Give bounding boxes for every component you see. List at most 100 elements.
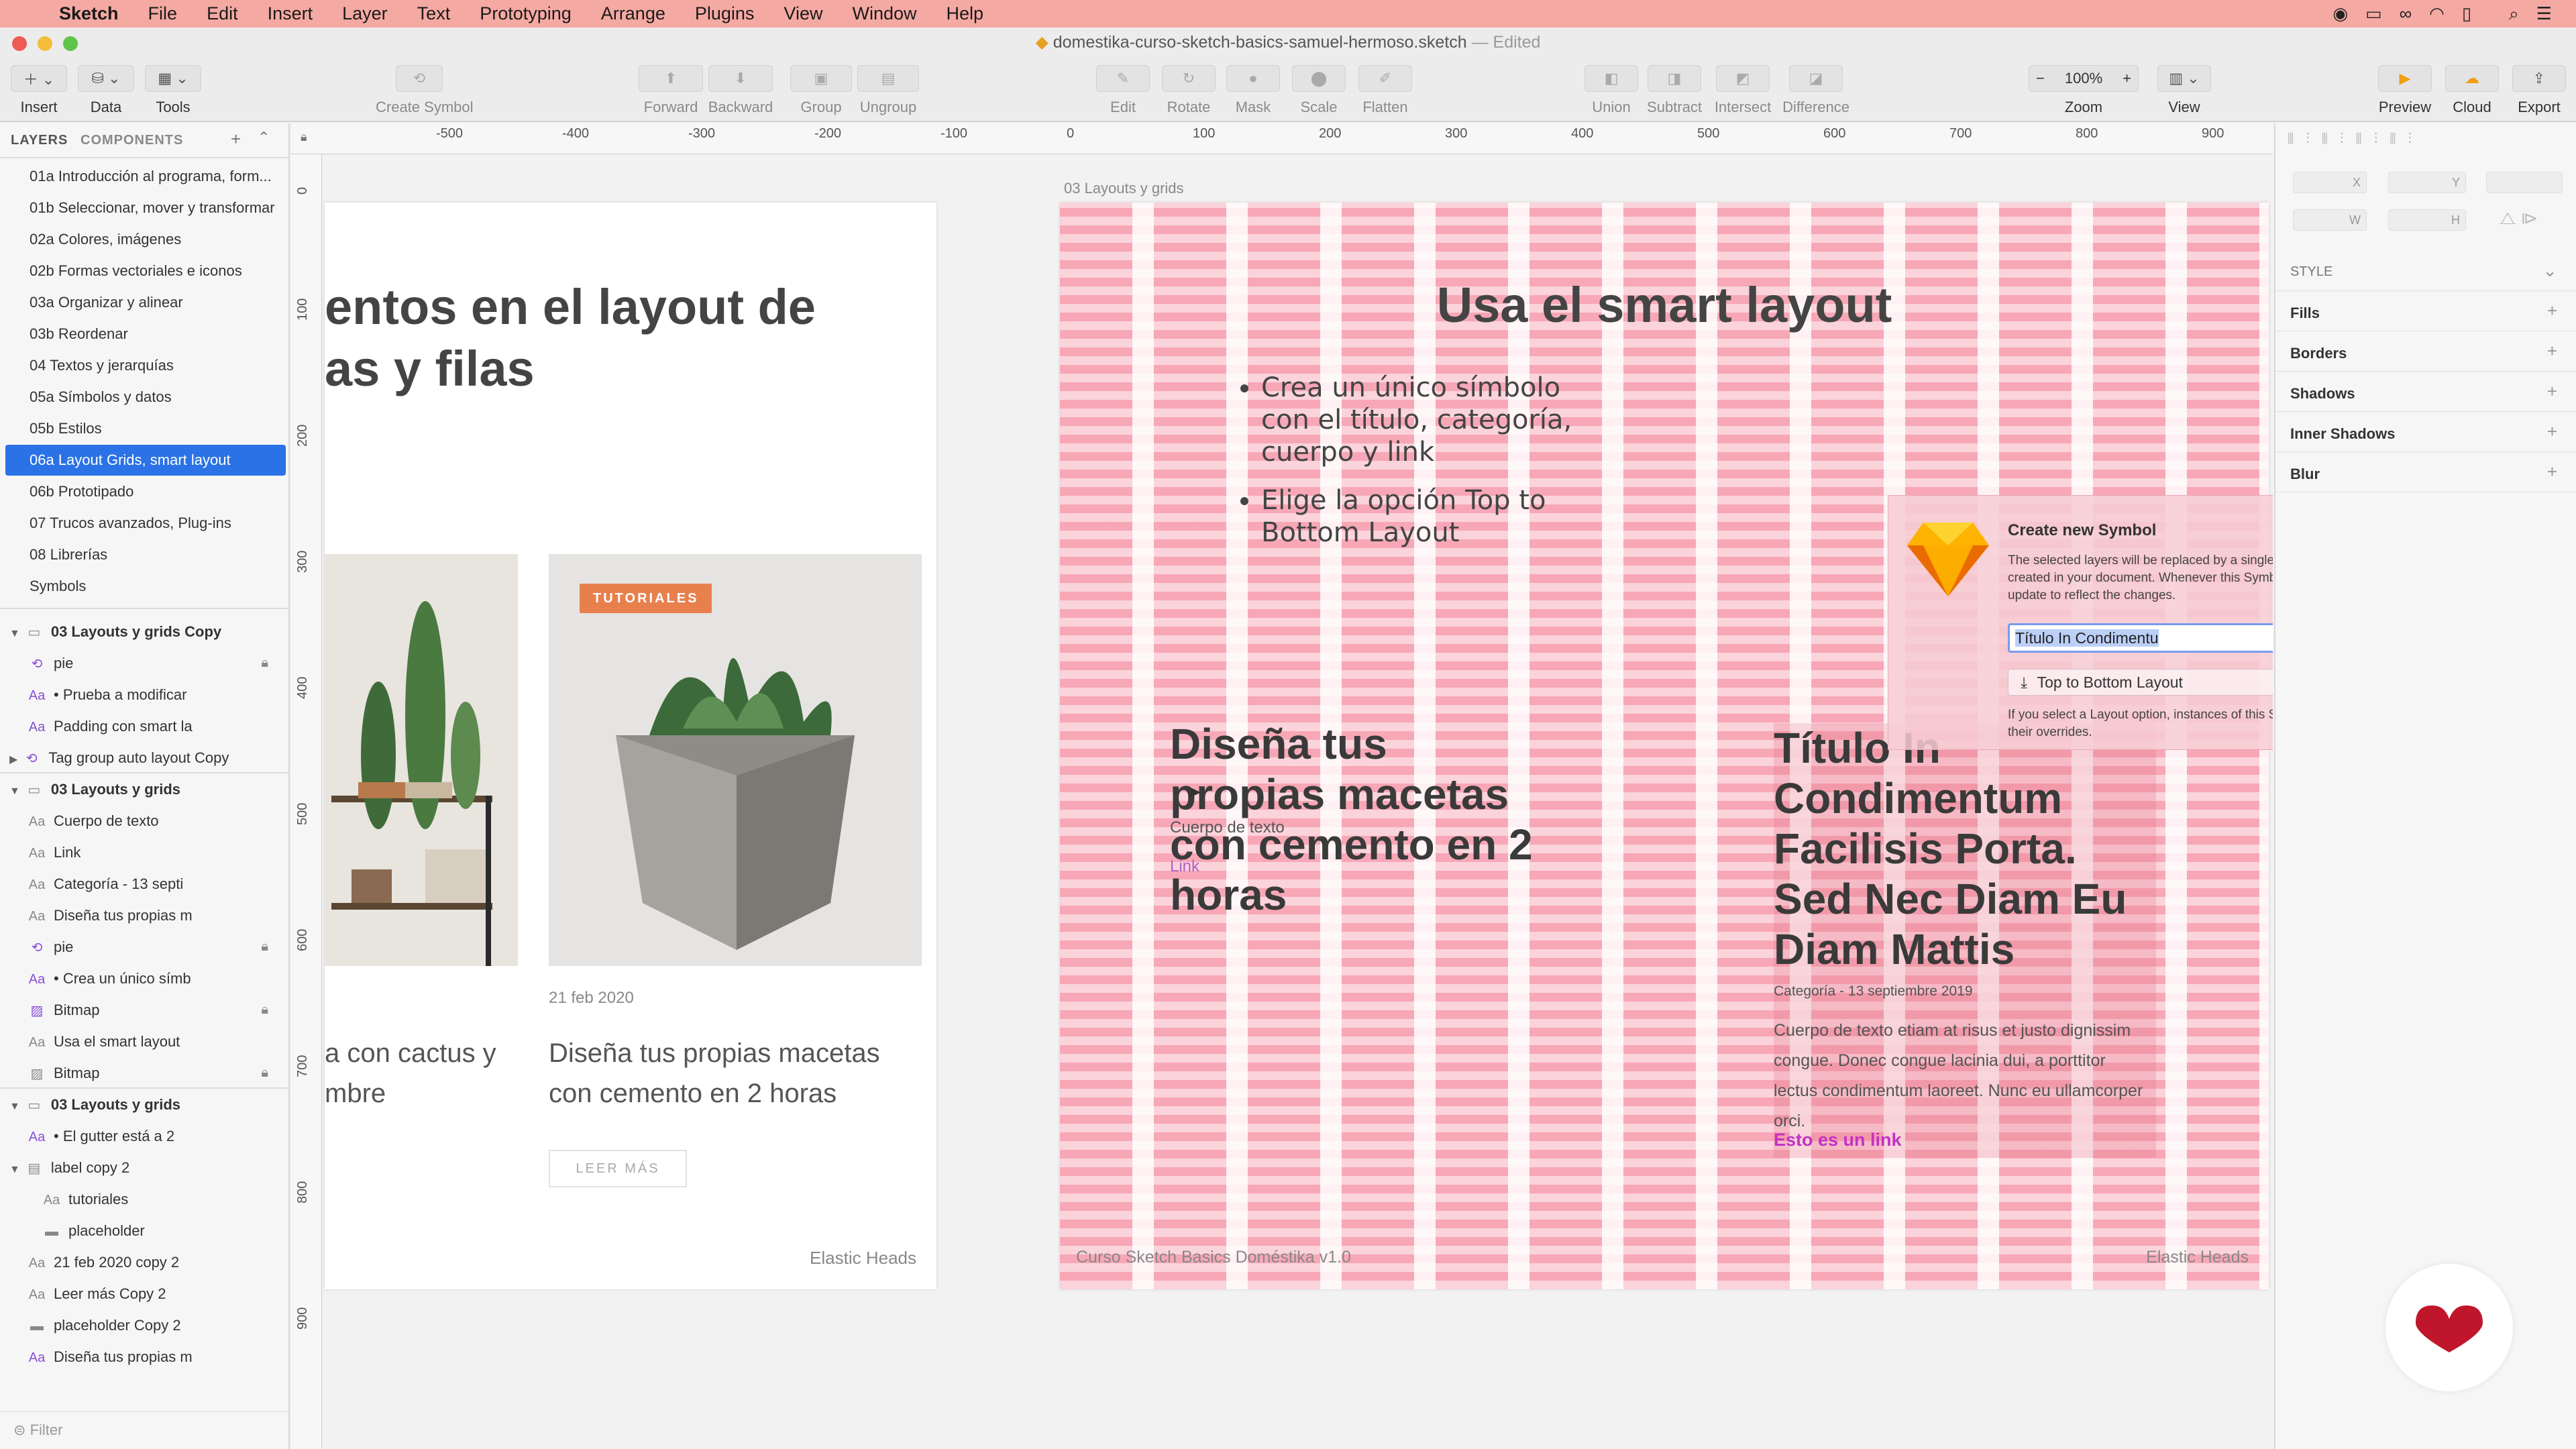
menu-layer[interactable]: Layer xyxy=(342,3,388,24)
symbol-card[interactable]: Título In Condimentum Facilisis Porta. S… xyxy=(1774,723,2156,1158)
page-item[interactable]: 02a Colores, imágenes xyxy=(0,224,288,255)
layer-row[interactable]: Aa • Prueba a modificar xyxy=(0,679,288,710)
lock-icon[interactable]: 🔒︎ xyxy=(261,931,268,963)
layer-row[interactable]: Aa Diseña tus propias m xyxy=(0,900,288,931)
canvas[interactable]: 🔒︎ -500 -400 -300 -200 -100 0 100 200 300 400 500 6… xyxy=(291,123,2273,1449)
read-more-button[interactable]: LEER MÁS xyxy=(549,1150,687,1187)
filter-field[interactable]: ⊜ Filter xyxy=(0,1411,288,1449)
flip-icons[interactable]: ⧍ ⧐ xyxy=(2500,208,2538,229)
chevron-down-icon[interactable]: ⌄ xyxy=(2542,260,2557,281)
y-field[interactable]: Y xyxy=(2388,172,2466,193)
zoom-control[interactable]: −100% + Zoom xyxy=(2029,65,2139,116)
collapse-pages-icon[interactable]: ⌃ xyxy=(258,129,270,146)
page-item[interactable]: Symbols xyxy=(0,571,288,602)
artboard-right-name[interactable]: 03 Layouts y grids xyxy=(1064,180,1184,197)
layer-group-row[interactable]: ▼ ▭ 03 Layouts y grids Copy xyxy=(0,616,288,647)
layer-row[interactable]: Aa Padding con smart la xyxy=(0,710,288,742)
fills-section[interactable]: Fills + xyxy=(2275,291,2576,331)
layer-row[interactable]: ▬ placeholder xyxy=(0,1215,288,1246)
export-button[interactable]: ⇪ Export xyxy=(2509,65,2569,116)
layer-row[interactable]: Aa Categoría - 13 septi xyxy=(0,868,288,900)
add-inner-shadow-icon[interactable]: + xyxy=(2547,421,2557,442)
add-border-icon[interactable]: + xyxy=(2547,341,2557,362)
flatten-button[interactable]: ✐ Flatten xyxy=(1355,65,1415,116)
layout-select[interactable]: ⤓ Top to Bottom Layout ⇕ xyxy=(2008,669,2273,696)
zoom-in-icon[interactable]: + xyxy=(2123,70,2131,87)
h-field[interactable]: H xyxy=(2388,209,2466,231)
vertical-ruler[interactable]: 0 100 200 300 400 500 600 700 800 900 xyxy=(291,154,322,1449)
cloud-button[interactable]: ☁ Cloud xyxy=(2442,65,2502,116)
w-field[interactable]: W xyxy=(2293,209,2367,231)
menu-window[interactable]: Window xyxy=(852,3,916,24)
disclosure-open-icon[interactable]: ▼ xyxy=(9,1101,20,1112)
preview-button[interactable]: ▶ Preview xyxy=(2375,65,2435,116)
zoom-out-icon[interactable]: − xyxy=(2036,70,2045,87)
layer-group-row[interactable]: ▼ ▭ 03 Layouts y grids xyxy=(0,1089,288,1120)
layer-row[interactable]: ▬ placeholder Copy 2 xyxy=(0,1309,288,1341)
record-icon[interactable]: ◉ xyxy=(2332,3,2348,24)
wifi-icon[interactable]: ◠ xyxy=(2429,3,2445,24)
layer-row[interactable]: Aa Usa el smart layout xyxy=(0,1026,288,1057)
battery-icon[interactable]: ▯ xyxy=(2462,3,2471,24)
disclosure-closed-icon[interactable]: ▶ xyxy=(9,754,17,765)
disclosure-open-icon[interactable]: ▼ xyxy=(9,628,20,639)
layer-row[interactable]: Aa • El gutter está a 2 xyxy=(0,1120,288,1152)
layer-row[interactable]: ▶ ⟲ Tag group auto layout Copy xyxy=(0,742,288,773)
add-fill-icon[interactable]: + xyxy=(2547,301,2557,321)
tab-layers[interactable]: LAYERS xyxy=(11,133,68,148)
creative-cloud-icon[interactable]: ∞ xyxy=(2400,3,2412,24)
lock-icon[interactable]: 🔒︎ xyxy=(261,994,268,1026)
borders-section[interactable]: Borders + xyxy=(2275,331,2576,372)
disclosure-open-icon[interactable]: ▼ xyxy=(9,1164,20,1175)
page-item[interactable]: 06b Prototipado xyxy=(0,476,288,507)
add-blur-icon[interactable]: + xyxy=(2547,462,2557,482)
layer-row[interactable]: Aa Cuerpo de texto xyxy=(0,805,288,837)
edit-button[interactable]: ✎ Edit xyxy=(1095,65,1151,116)
union-button[interactable]: ◧ Union xyxy=(1583,65,1640,116)
layer-group-row[interactable]: ▼ ▭ 03 Layouts y grids xyxy=(0,773,288,805)
page-item[interactable]: 04 Textos y jerarquías xyxy=(0,350,288,381)
menu-arrange[interactable]: Arrange xyxy=(601,3,665,24)
shadows-section[interactable]: Shadows + xyxy=(2275,372,2576,412)
layer-row[interactable]: ▨ Bitmap 🔒︎ xyxy=(0,1057,288,1089)
lock-icon[interactable]: 🔒︎ xyxy=(261,647,268,679)
page-item[interactable]: 01b Seleccionar, mover y transformar xyxy=(0,193,288,223)
ungroup-button[interactable]: ▤ Ungroup xyxy=(856,65,920,116)
align-toolbar[interactable]: ⫴⫶⫴⫶⫴⫶⫴⫶ xyxy=(2288,130,2563,157)
tools-button[interactable]: ▦ ⌄ Tools xyxy=(144,65,203,116)
zoom-window-button[interactable] xyxy=(63,36,78,51)
backward-button[interactable]: ⬇ Backward xyxy=(707,65,774,116)
tab-components[interactable]: COMPONENTS xyxy=(80,133,183,148)
forward-button[interactable]: ⬆ Forward xyxy=(637,65,704,116)
difference-button[interactable]: ◪ Difference xyxy=(1779,65,1853,116)
page-item[interactable]: 07 Trucos avanzados, Plug-ins xyxy=(0,508,288,539)
data-button[interactable]: ⛁ ⌄ Data xyxy=(76,65,136,116)
menu-view[interactable]: View xyxy=(784,3,822,24)
create-symbol-button[interactable]: ⟲ Create Symbol xyxy=(376,65,474,116)
add-page-icon[interactable]: + xyxy=(231,129,241,150)
insert-button[interactable]: ＋ ⌄ Insert xyxy=(9,65,68,116)
menu-plugins[interactable]: Plugins xyxy=(695,3,755,24)
page-item[interactable]: 03a Organizar y alinear xyxy=(0,287,288,318)
menu-text[interactable]: Text xyxy=(417,3,451,24)
page-item[interactable]: 05a Símbolos y datos xyxy=(0,382,288,413)
menu-prototyping[interactable]: Prototyping xyxy=(480,3,572,24)
layer-row[interactable]: ▼ ▤ label copy 2 xyxy=(0,1152,288,1183)
view-button[interactable]: ▥ ⌄ View xyxy=(2156,65,2212,116)
subtract-button[interactable]: ◨ Subtract xyxy=(1641,65,1708,116)
rotation-field[interactable] xyxy=(2486,172,2563,193)
mask-button[interactable]: ● Mask xyxy=(1225,65,1281,116)
layer-row[interactable]: ⟲ pie 🔒︎ xyxy=(0,931,288,963)
layer-row[interactable]: Aa • Crea un único símb xyxy=(0,963,288,994)
page-item[interactable]: 03b Reordenar xyxy=(0,319,288,350)
intersect-button[interactable]: ◩ Intersect xyxy=(1709,65,1776,116)
page-item[interactable]: 08 Librerías xyxy=(0,539,288,570)
screen-icon[interactable]: ▭ xyxy=(2365,3,2382,24)
add-shadow-icon[interactable]: + xyxy=(2547,381,2557,402)
layer-row[interactable]: Aa Link xyxy=(0,837,288,868)
x-field[interactable]: X xyxy=(2293,172,2367,193)
layer-row[interactable]: Aa Diseña tus propias m xyxy=(0,1341,288,1373)
page-item[interactable]: 02b Formas vectoriales e iconos xyxy=(0,256,288,286)
scale-button[interactable]: ⬤ Scale xyxy=(1291,65,1347,116)
menu-edit[interactable]: Edit xyxy=(207,3,238,24)
